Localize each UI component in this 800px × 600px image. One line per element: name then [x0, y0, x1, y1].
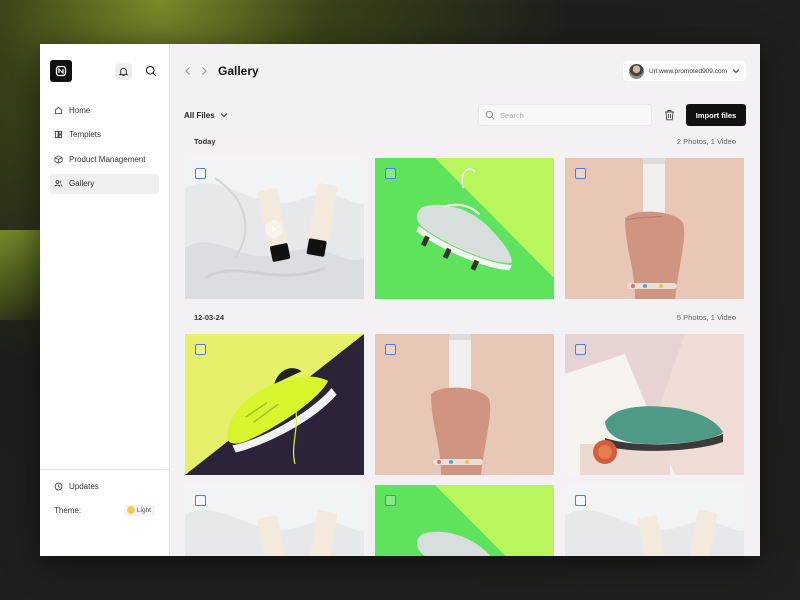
theme-label: Theme: — [54, 505, 82, 515]
notifications-button[interactable] — [115, 62, 132, 80]
section-date: Today — [194, 136, 216, 146]
gallery-tile-hand-bottle-2[interactable] — [375, 334, 554, 475]
bell-icon — [118, 67, 129, 76]
sun-icon — [127, 507, 134, 513]
chevron-down-icon — [220, 113, 228, 118]
tubes-image — [565, 485, 744, 556]
template-icon — [54, 130, 63, 139]
updates-link[interactable]: Updates — [50, 478, 159, 494]
account-dropdown[interactable]: Url:www.promoted909.com — [622, 61, 746, 81]
updates-label: Updates — [69, 481, 99, 491]
gallery-tile-tubes-partial-2[interactable] — [565, 485, 744, 556]
theme-row: Theme: Light — [50, 503, 159, 517]
tubes-image — [185, 485, 364, 556]
gallery-tile-sneaker-partial[interactable] — [375, 485, 554, 556]
gallery-grid-row-3 — [170, 485, 760, 556]
section-header-today: Today 2 Photos, 1 Video — [170, 134, 760, 148]
select-checkbox[interactable] — [385, 495, 396, 506]
select-checkbox[interactable] — [385, 344, 396, 355]
hand-bottle-image — [375, 334, 554, 475]
teal-shoe-image — [565, 334, 744, 475]
neon-sneaker-image — [185, 334, 364, 475]
account-url: Url:www.promoted909.com — [648, 67, 727, 75]
sneaker-image — [375, 158, 554, 299]
package-icon — [54, 154, 63, 164]
sidebar-footer: Updates Theme: Light — [40, 469, 169, 517]
delete-button[interactable] — [660, 104, 678, 126]
search-input[interactable] — [500, 110, 640, 120]
forward-button[interactable] — [198, 65, 210, 77]
chevron-left-icon — [185, 67, 190, 75]
select-checkbox[interactable] — [575, 495, 586, 506]
select-checkbox[interactable] — [195, 344, 206, 355]
gallery-tile-tubes-partial[interactable] — [185, 485, 364, 556]
trash-icon — [664, 110, 674, 121]
sidebar-top — [40, 44, 169, 98]
search-icon — [485, 110, 495, 120]
gallery-tile-teal-shoe[interactable] — [565, 334, 744, 475]
gallery-grid-12-03-24 — [170, 334, 760, 475]
avatar — [628, 63, 644, 79]
select-checkbox[interactable] — [575, 344, 586, 355]
gallery-tile-sneaker-green[interactable] — [375, 158, 554, 299]
toolbar: All Files Import files — [170, 97, 760, 133]
gallery-tile-hand-bottle[interactable] — [565, 158, 744, 299]
section-date: 12-03-24 — [194, 312, 225, 322]
logo-icon — [55, 65, 67, 77]
users-icon — [54, 180, 63, 187]
theme-toggle[interactable]: Light — [123, 504, 155, 516]
play-icon[interactable] — [265, 220, 283, 238]
select-checkbox[interactable] — [575, 168, 586, 179]
page-title: Gallery — [218, 64, 259, 78]
sidebar-nav: Home Templets Product Management Gallery — [40, 98, 169, 194]
file-filter-label: All Files — [184, 110, 215, 120]
sidebar: Home Templets Product Management Gallery… — [40, 44, 170, 556]
theme-value: Light — [136, 506, 151, 514]
page-header: Gallery Url:www.promoted909.com — [170, 44, 760, 98]
sidebar-item-label: Templets — [69, 130, 102, 139]
app-logo[interactable] — [50, 60, 72, 82]
import-files-button[interactable]: Import files — [686, 104, 746, 126]
home-icon — [54, 106, 63, 114]
sidebar-item-label: Home — [69, 105, 91, 115]
sidebar-item-templets[interactable]: Templets — [50, 125, 159, 145]
select-checkbox[interactable] — [195, 168, 206, 179]
select-checkbox[interactable] — [385, 168, 396, 179]
section-count: 2 Photos, 1 Video — [676, 136, 736, 146]
app-window: Home Templets Product Management Gallery… — [40, 44, 760, 556]
sidebar-item-product-management[interactable]: Product Management — [50, 149, 159, 169]
hand-bottle-image — [565, 158, 744, 299]
sneaker-image — [375, 485, 554, 556]
clock-icon — [54, 482, 63, 490]
select-checkbox[interactable] — [195, 495, 206, 506]
sidebar-item-gallery[interactable]: Gallery — [50, 173, 159, 194]
file-filter-dropdown[interactable]: All Files — [184, 111, 228, 120]
section-count: 5 Photos, 1 Video — [676, 312, 736, 322]
search-icon — [145, 65, 156, 77]
back-button[interactable] — [182, 65, 194, 77]
gallery-tile-video-tubes[interactable] — [185, 158, 364, 299]
gallery-tile-neon-sneaker[interactable] — [185, 334, 364, 475]
chevron-down-icon — [732, 69, 740, 74]
section-header-12-03-24: 12-03-24 5 Photos, 1 Video — [170, 310, 760, 324]
sidebar-item-home[interactable]: Home — [50, 100, 159, 120]
sidebar-item-label: Product Management — [69, 154, 146, 164]
main-content: Gallery Url:www.promoted909.com All File… — [170, 44, 760, 556]
search-button[interactable] — [142, 63, 159, 80]
sidebar-item-label: Gallery — [69, 179, 95, 188]
search-box — [478, 104, 652, 126]
gallery-grid-today — [170, 158, 760, 299]
chevron-right-icon — [202, 67, 207, 75]
